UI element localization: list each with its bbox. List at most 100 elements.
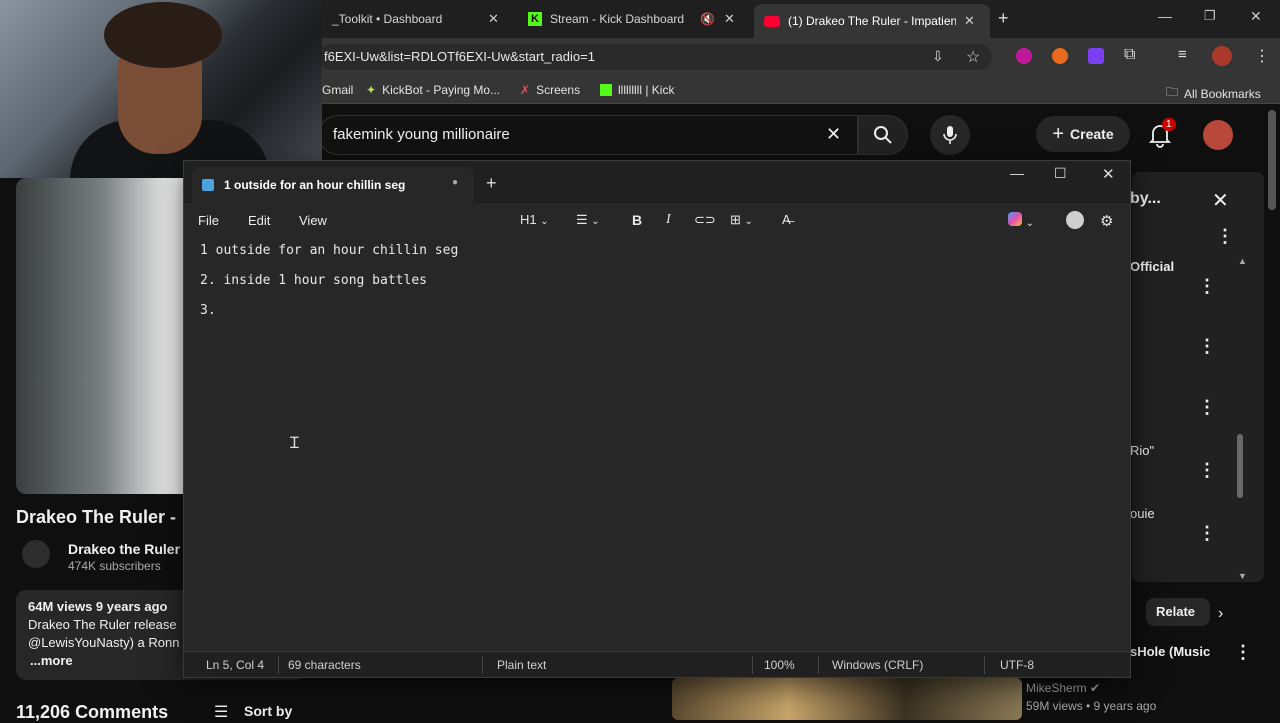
extension-orange-icon[interactable] xyxy=(1052,48,1068,64)
media-control-icon[interactable]: ≡ xyxy=(1178,46,1187,63)
scroll-down-icon[interactable]: ▼ xyxy=(1238,571,1247,581)
playlist-item-title[interactable]: Official xyxy=(1130,259,1174,274)
unsaved-dot-icon: ● xyxy=(452,177,459,188)
copilot-icon xyxy=(1008,212,1022,226)
zoom-level[interactable]: 100% xyxy=(764,658,795,672)
browser-menu-icon[interactable]: ⋮ xyxy=(1254,46,1270,66)
bookmark-label: All Bookmarks xyxy=(1184,86,1261,101)
more-options-icon[interactable]: ⋮ xyxy=(1234,642,1252,663)
italic-icon: I xyxy=(666,212,671,227)
tab-youtube-active[interactable]: (1) Drakeo The Ruler - Impatien ✕ xyxy=(754,4,990,38)
leaf-icon: ✦ xyxy=(366,83,377,97)
tab-label: (1) Drakeo The Ruler - Impatien xyxy=(788,14,956,28)
more-options-icon[interactable]: ⋮ xyxy=(1198,523,1216,544)
menu-view[interactable]: View xyxy=(299,213,327,228)
heading-select[interactable]: H1 ⌄ xyxy=(520,212,549,227)
show-more-link[interactable]: ...more xyxy=(30,653,73,668)
clear-format-button[interactable]: A̶ xyxy=(782,212,791,227)
gear-icon: ⚙ xyxy=(1100,213,1114,230)
install-icon[interactable]: ⇩ xyxy=(932,48,944,65)
window-restore-button[interactable]: ❐ xyxy=(1204,8,1216,24)
more-options-icon[interactable]: ⋮ xyxy=(1198,397,1216,418)
chevron-right-icon[interactable]: › xyxy=(1218,605,1223,623)
window-minimize-button[interactable]: — xyxy=(1158,8,1172,24)
url-field[interactable]: f6EXI-Uw&list=RDLOTf6EXI-Uw&start_radio=… xyxy=(318,44,992,70)
divider xyxy=(482,656,483,674)
menu-file[interactable]: File xyxy=(198,213,219,228)
menu-edit[interactable]: Edit xyxy=(248,213,270,228)
url-text: f6EXI-Uw&list=RDLOTf6EXI-Uw&start_radio=… xyxy=(324,49,595,64)
more-options-icon[interactable]: ⋮ xyxy=(1198,276,1216,297)
notepad-tab-bar: 1 outside for an hour chillin seg ● + — … xyxy=(184,161,1130,203)
webcam-overlay xyxy=(0,0,322,178)
profile-avatar[interactable] xyxy=(1212,46,1232,66)
voice-search-button[interactable] xyxy=(930,115,970,155)
chevron-down-icon: ⌄ xyxy=(744,216,753,227)
new-tab-button[interactable]: + xyxy=(486,173,497,194)
copilot-button[interactable]: ⌄ xyxy=(1008,212,1034,229)
bookmark-gmail[interactable]: Gmail xyxy=(322,83,353,97)
related-video-thumbnail[interactable] xyxy=(672,678,1022,720)
clear-search-icon[interactable]: ✕ xyxy=(826,124,841,145)
close-button[interactable]: ✕ xyxy=(1102,165,1115,183)
playlist-item-title[interactable]: Rio" xyxy=(1130,443,1154,458)
text-format[interactable]: Plain text xyxy=(497,658,546,672)
create-button[interactable]: + Create xyxy=(1036,116,1130,152)
related-channel-name[interactable]: MikeSherm xyxy=(1026,681,1087,695)
italic-button[interactable]: I xyxy=(666,212,671,228)
search-button[interactable] xyxy=(858,115,908,155)
search-icon xyxy=(874,126,892,144)
divider xyxy=(752,656,753,674)
related-channel-row: MikeSherm ✔ xyxy=(1026,681,1100,695)
related-video-title[interactable]: sHole (Music xyxy=(1130,644,1210,659)
screens-icon: ✗ xyxy=(520,83,531,97)
extension-twitch-icon[interactable] xyxy=(1088,48,1104,64)
bookmark-label: KickBot - Paying Mo... xyxy=(382,83,501,97)
notifications-button[interactable]: 1 xyxy=(1146,118,1176,150)
close-playlist-icon[interactable]: ✕ xyxy=(1212,188,1229,213)
more-options-icon[interactable]: ⋮ xyxy=(1198,460,1216,481)
notepad-tab[interactable]: 1 outside for an hour chillin seg ● xyxy=(192,167,474,203)
more-options-icon[interactable]: ⋮ xyxy=(1198,336,1216,357)
channel-avatar[interactable] xyxy=(22,540,50,568)
new-tab-button[interactable]: + xyxy=(998,8,1009,29)
bookmark-kickbot[interactable]: ✦ KickBot - Paying Mo... xyxy=(366,83,500,97)
playlist-scrollbar[interactable] xyxy=(1237,434,1243,498)
encoding[interactable]: UTF-8 xyxy=(1000,658,1034,672)
maximize-button[interactable]: ☐ xyxy=(1054,165,1067,182)
more-options-icon[interactable]: ⋮ xyxy=(1216,226,1234,247)
table-button[interactable]: ⊞ ⌄ xyxy=(730,212,753,228)
minimize-button[interactable]: — xyxy=(1010,165,1024,181)
scroll-up-icon[interactable]: ▲ xyxy=(1238,256,1247,266)
bookmark-screens[interactable]: ✗ Screens xyxy=(520,83,580,97)
tab-kick-dashboard[interactable]: K Stream - Kick Dashboard 🔇 ✕ xyxy=(518,6,746,32)
youtube-search-input[interactable]: fakemink young millionaire xyxy=(318,115,858,155)
notepad-app-icon xyxy=(202,179,214,191)
channel-name[interactable]: Drakeo the Ruler xyxy=(68,541,180,557)
line-ending[interactable]: Windows (CRLF) xyxy=(832,658,923,672)
tab-toolkit-dashboard[interactable]: _Toolkit • Dashboard ✕ xyxy=(322,6,512,32)
editor-line: 3. xyxy=(200,303,216,318)
verified-icon: ✔ xyxy=(1090,681,1101,695)
bookmark-star-icon[interactable]: ☆ xyxy=(966,47,980,67)
all-bookmarks-button[interactable]: 🗀 All Bookmarks xyxy=(1166,83,1261,104)
extension-u-icon[interactable] xyxy=(1016,48,1032,64)
close-icon[interactable]: ✕ xyxy=(964,13,975,29)
page-scrollbar[interactable] xyxy=(1268,110,1276,210)
account-icon[interactable] xyxy=(1066,211,1084,229)
sort-by-button[interactable]: Sort by xyxy=(244,703,292,719)
related-chip[interactable]: Relate xyxy=(1146,598,1210,626)
close-icon[interactable]: ✕ xyxy=(724,11,735,27)
bold-button[interactable]: B xyxy=(632,212,642,228)
extensions-puzzle-icon[interactable]: ⧉ xyxy=(1124,46,1135,64)
muted-speaker-icon[interactable]: 🔇 xyxy=(700,12,715,26)
close-icon[interactable]: ✕ xyxy=(488,11,499,27)
settings-button[interactable]: ⚙ xyxy=(1100,212,1113,230)
list-button[interactable]: ☰ ⌄ xyxy=(576,212,600,228)
link-button[interactable]: ⊂⊃ xyxy=(694,212,716,228)
bookmark-kick[interactable]: lllllllll | Kick xyxy=(600,83,674,97)
user-avatar[interactable] xyxy=(1203,120,1233,150)
playlist-item-title[interactable]: ouie xyxy=(1130,506,1155,521)
window-close-button[interactable]: ✕ xyxy=(1250,8,1262,25)
text-editor[interactable]: 1 outside for an hour chillin seg 2. ins… xyxy=(184,239,1130,649)
